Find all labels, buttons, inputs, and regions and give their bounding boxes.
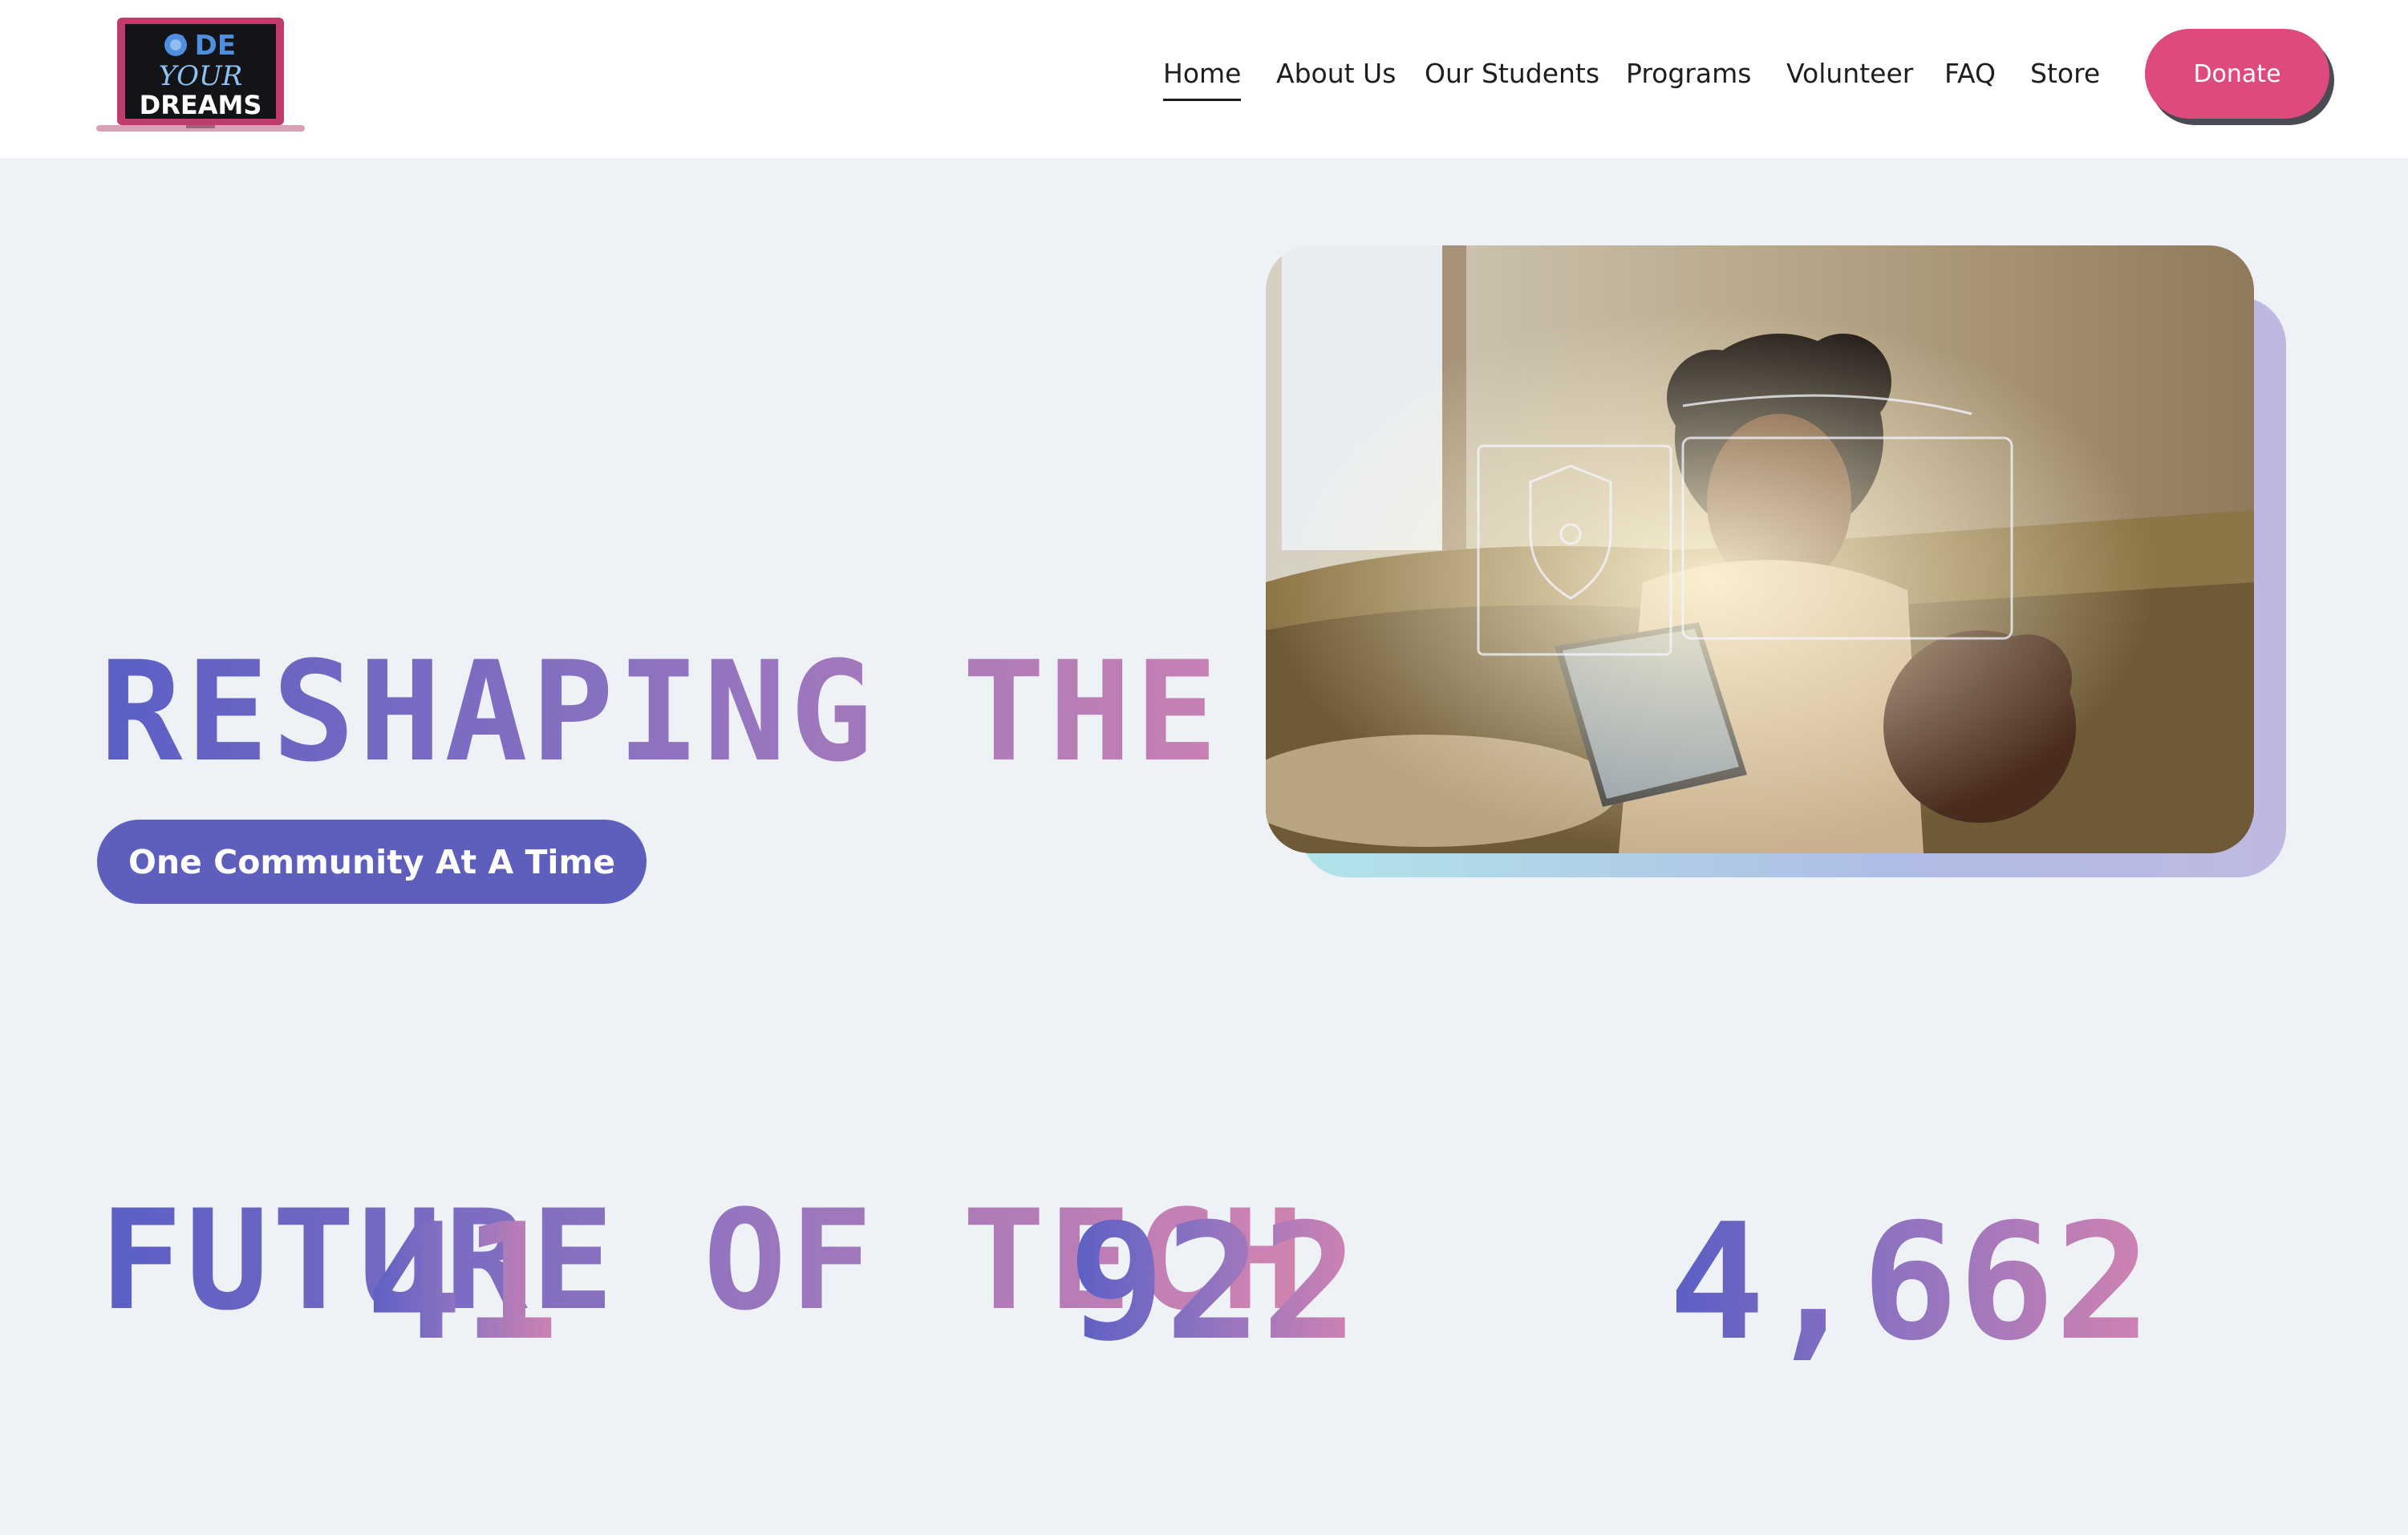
community-cta-button[interactable]: One Community At A Time: [97, 820, 647, 904]
stat-value-2: 922: [1068, 1187, 1358, 1379]
nav-programs[interactable]: Programs: [1626, 50, 1751, 98]
child-with-tablet-image: [1266, 245, 2254, 853]
logo-line-your: YOUR: [159, 60, 243, 92]
donate-button[interactable]: Donate: [2145, 29, 2329, 119]
hero-photo: [1266, 245, 2254, 853]
laptop-logo-icon: C DE YOUR DREAMS: [96, 18, 305, 132]
stat-value-1: 41: [366, 1187, 559, 1379]
stat-value-3: 4,662: [1668, 1187, 2151, 1379]
nav-faq[interactable]: FAQ: [1944, 50, 1996, 98]
nav-store[interactable]: Store: [2030, 50, 2100, 98]
hero-title-line-1: RESHAPING THE: [99, 631, 1222, 792]
nav-about-us[interactable]: About Us: [1276, 50, 1396, 98]
nav-volunteer[interactable]: Volunteer: [1786, 50, 1913, 98]
nav-home[interactable]: Home: [1163, 50, 1242, 101]
nav-our-students[interactable]: Our Students: [1425, 50, 1599, 98]
logo-line-dreams: DREAMS: [140, 90, 262, 120]
site-header: C DE YOUR DREAMS Home About Us Our Stude…: [0, 0, 2408, 158]
code-your-dreams-logo[interactable]: C DE YOUR DREAMS: [96, 14, 305, 135]
